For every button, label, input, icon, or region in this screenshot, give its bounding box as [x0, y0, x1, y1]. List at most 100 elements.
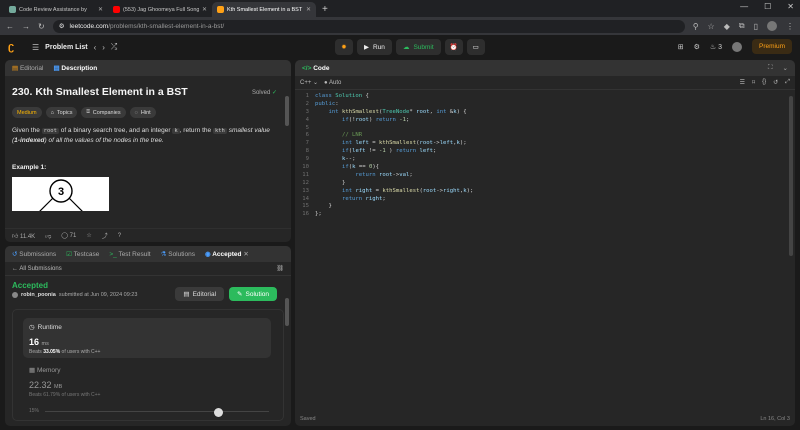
prev-problem-icon[interactable]: ‹	[94, 43, 97, 52]
code-editor[interactable]: 1 class Solution { 2 public: 3 int kthSmal…	[295, 92, 795, 410]
code-line: 2 public:	[295, 101, 795, 109]
language-select[interactable]: C++ ⌄	[300, 79, 318, 86]
address-bar[interactable]: ⚙ leetcode.com/problems/kth-smallest-ele…	[52, 19, 685, 33]
tab-test-result[interactable]: >_ Test Result	[109, 251, 150, 258]
collapse-icon[interactable]: ⌄	[783, 64, 788, 72]
minimize-icon[interactable]: —	[740, 2, 748, 11]
comments-button[interactable]: ◯ 71	[61, 232, 76, 239]
solution-label: Solution	[245, 290, 270, 298]
mode-label: Auto	[329, 79, 342, 86]
tab-submissions[interactable]: ↺ Submissions	[12, 250, 56, 258]
code-panel: </> Code ⛶ ⌄ C++ ⌄ ● Auto ☰ ⌑ {} ↺ ⤢ 1 cl…	[295, 60, 795, 426]
link-icon[interactable]: ⛓	[276, 265, 284, 272]
auto-mode[interactable]: ● Auto	[324, 80, 341, 86]
bookmark-icon[interactable]: ⌑	[752, 79, 755, 86]
scrollbar[interactable]	[285, 96, 289, 126]
help-icon[interactable]: ?	[118, 233, 121, 239]
tab-description[interactable]: ▤ Description	[53, 64, 97, 72]
expand-icon[interactable]: ⛶	[768, 64, 773, 72]
chatgpt-favicon-icon	[9, 6, 16, 13]
reload-icon[interactable]: ↻	[38, 22, 45, 31]
notes-button[interactable]: ▭	[466, 39, 485, 55]
tab-solutions[interactable]: ⚗ Solutions	[161, 250, 195, 258]
all-submissions-link[interactable]: ← All Submissions	[12, 266, 62, 272]
back-icon[interactable]: ←	[6, 22, 14, 31]
format-icon[interactable]: ☰	[740, 79, 745, 86]
topics-tag[interactable]: ⌂ Topics	[45, 107, 78, 118]
tab-editorial[interactable]: ▤ Editorial	[12, 64, 43, 72]
shuffle-icon[interactable]: ⤮	[111, 42, 117, 52]
problem-list-link[interactable]: Problem List	[45, 44, 87, 51]
save-status: Saved	[300, 416, 316, 422]
hint-tag[interactable]: ◌ Hint	[129, 107, 156, 118]
beats-suffix: of users with C++	[61, 392, 101, 398]
maximize-icon[interactable]: ☐	[764, 2, 771, 11]
extensions-puzzle-icon[interactable]: ⧉	[739, 21, 745, 31]
sidepanel-icon[interactable]: ▯	[754, 22, 758, 31]
timer-button[interactable]: ⏰	[444, 39, 463, 55]
memory-card[interactable]: ▦ Memory 22.32 MB Beats 61.79% of users …	[29, 366, 100, 398]
profile-avatar[interactable]	[767, 21, 777, 31]
tab-testcase[interactable]: ☑ Testcase	[66, 250, 99, 258]
close-icon[interactable]: ✕	[306, 6, 311, 13]
run-controls: ✹ ▶ Run ☁ Submit ⏰ ▭	[335, 39, 485, 55]
new-tab-icon[interactable]: +	[316, 2, 334, 17]
code-line: 16};	[295, 211, 795, 219]
browser-tab[interactable]: (553) Jag Ghoomeya Full Song ✕	[108, 2, 212, 17]
line-number: 4	[305, 116, 309, 123]
like-button[interactable]: 👍︎ 11.4K	[12, 232, 35, 240]
layout-icon[interactable]: ⊞	[678, 43, 684, 51]
line-number: 2	[305, 100, 309, 107]
close-icon[interactable]: ✕	[202, 6, 207, 13]
share-icon[interactable]: ⤴	[102, 231, 108, 240]
reset-icon[interactable]: ↺	[773, 79, 778, 86]
browser-tab[interactable]: Code Review Assistance by ✕	[4, 2, 108, 17]
code-line: 10 if(k == 0){	[295, 164, 795, 172]
username[interactable]: robin_poonia	[21, 292, 56, 298]
debug-button[interactable]: ✹	[335, 39, 353, 55]
line-number: 14	[302, 195, 309, 202]
browser-tab-active[interactable]: Kth Smallest Element in a BST ✕	[212, 2, 316, 17]
settings-gear-icon[interactable]: ⚙	[694, 43, 700, 51]
menu-icon[interactable]: ⋮	[786, 22, 794, 31]
close-icon[interactable]: ✕	[98, 6, 103, 13]
close-icon[interactable]: ✕	[243, 251, 248, 258]
braces-icon[interactable]: {}	[762, 79, 766, 86]
fullscreen-icon[interactable]: ⤢	[785, 79, 790, 86]
favorite-star-icon[interactable]: ☆	[86, 232, 91, 239]
submit-button[interactable]: ☁ Submit	[395, 39, 441, 55]
zoom-icon[interactable]: ⚲	[693, 22, 699, 31]
solution-button[interactable]: ✎ Solution	[229, 287, 277, 301]
tab-accepted[interactable]: ◉ Accepted ✕	[205, 250, 249, 258]
leetcode-logo-icon[interactable]: ʗ	[8, 41, 20, 53]
language-value: C++	[300, 80, 312, 86]
next-problem-icon[interactable]: ›	[102, 43, 105, 52]
extension-icon[interactable]: ◆	[724, 22, 730, 31]
thumbs-down-icon: 👎︎	[45, 233, 52, 240]
premium-button[interactable]: Premium	[751, 39, 792, 54]
runtime-card[interactable]: ◷ Runtime 16 ms Beats 33.05% of users wit…	[23, 318, 271, 358]
inline-code: kth	[212, 128, 227, 134]
all-submissions-bar: ← All Submissions ⛓	[5, 262, 291, 276]
run-button[interactable]: ▶ Run	[357, 39, 392, 55]
submissions-panel: ↺ Submissions ☑ Testcase >_ Test Result …	[5, 246, 291, 426]
close-window-icon[interactable]: ✕	[787, 2, 794, 11]
user-avatar[interactable]	[731, 41, 742, 52]
streak-count: 3	[718, 43, 722, 51]
scrollbar[interactable]	[789, 96, 793, 256]
bookmark-star-icon[interactable]: ☆	[708, 22, 715, 31]
tab-code[interactable]: </> Code	[302, 65, 329, 72]
accepted-icon: ◉	[204, 251, 211, 258]
beats-label: Beats	[29, 349, 42, 355]
site-info-icon[interactable]: ⚙	[59, 22, 65, 30]
dislike-button[interactable]: 👎︎	[45, 232, 51, 240]
scrollbar[interactable]	[285, 298, 289, 326]
forward-icon[interactable]: →	[22, 22, 30, 31]
editor-toolbar: C++ ⌄ ● Auto ☰ ⌑ {} ↺ ⤢	[295, 76, 795, 90]
editorial-button[interactable]: ▤ Editorial	[175, 287, 225, 301]
streak[interactable]: ♨ 3	[710, 43, 722, 51]
beats-label: Beats	[29, 392, 42, 398]
difficulty-badge: Medium	[12, 107, 42, 118]
companies-tag[interactable]: ⌸ Companies	[81, 107, 126, 118]
comment-icon: ◯	[61, 233, 68, 239]
